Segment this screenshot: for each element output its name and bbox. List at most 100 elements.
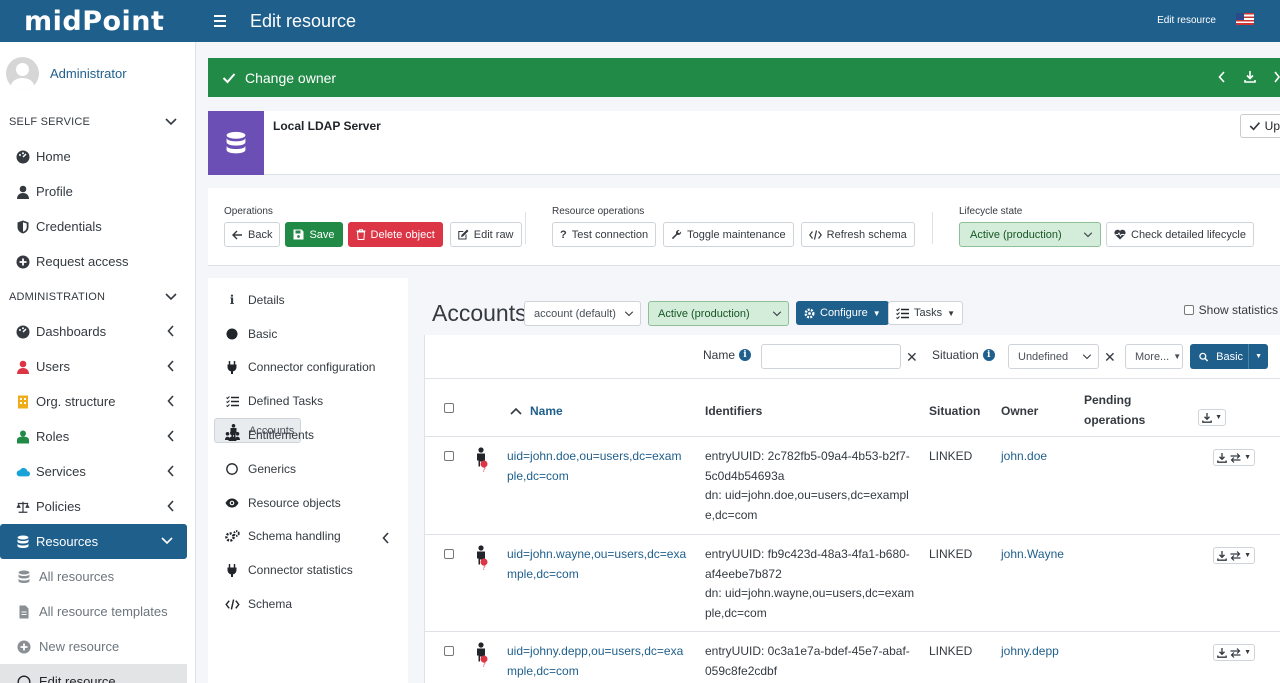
caret-down-icon[interactable]: ▼ <box>1244 649 1251 656</box>
breadcrumb-current[interactable]: Edit resource <box>1157 15 1216 26</box>
table-row[interactable]: ? uid=john.doe,ou=users,dc=example,dc=co… <box>425 437 1280 535</box>
sidebar-item-edit-resource[interactable]: Edit resource <box>0 664 187 683</box>
sidebar-item-request-access[interactable]: Request access <box>0 244 195 279</box>
tab-generics[interactable]: Generics <box>208 452 402 486</box>
user-name[interactable]: Administrator <box>50 66 127 81</box>
more-icon[interactable] <box>1274 71 1280 83</box>
lifecycle-state-select[interactable]: Active (production) <box>959 222 1101 247</box>
download-icon[interactable] <box>1244 71 1256 83</box>
shield-icon <box>17 220 29 233</box>
user-panel[interactable]: Administrator <box>0 42 195 104</box>
test-connection-button[interactable]: ? Test connection <box>552 222 657 247</box>
chevron-left-icon <box>167 430 174 442</box>
row-actions[interactable]: ▼ <box>1213 644 1255 661</box>
sidebar-item-resources[interactable]: Resources <box>0 524 187 559</box>
check-detailed-lifecycle-button[interactable]: Check detailed lifecycle <box>1106 222 1254 247</box>
tab-label: Basic <box>248 326 278 341</box>
balance-icon <box>16 501 30 513</box>
toggle-maintenance-button[interactable]: Toggle maintenance <box>663 222 794 247</box>
owner-link[interactable]: john.doe <box>1001 447 1047 467</box>
sidebar-item-label: Org. structure <box>36 394 116 409</box>
sidebar-item-label: Request access <box>36 254 129 269</box>
row-checkbox[interactable] <box>444 549 454 559</box>
delete-object-button[interactable]: Delete object <box>347 222 443 247</box>
tab-basic[interactable]: Basic <box>208 317 402 351</box>
caret-down-icon[interactable]: ▼ <box>1248 344 1268 369</box>
midpoint-logo[interactable]: midPoint <box>0 6 196 37</box>
download-icon[interactable] <box>1217 647 1227 658</box>
clear-name-icon[interactable]: ✕ <box>906 349 918 366</box>
caret-down-icon[interactable]: ▼ <box>1244 552 1251 559</box>
sidebar-item-all-resources[interactable]: All resources <box>0 559 195 594</box>
exchange-icon[interactable] <box>1230 452 1241 463</box>
sidebar-item-dashboards[interactable]: Dashboards <box>0 314 195 349</box>
lifecycle-filter-select[interactable]: Active (production) <box>648 301 789 326</box>
account-name-link[interactable]: uid=john.wayne,ou=users,dc=example,dc=co… <box>507 545 687 584</box>
sidebar-item-org-structure[interactable]: Org. structure <box>0 384 195 419</box>
show-statistics-toggle[interactable]: Show statistics <box>1183 303 1278 317</box>
row-checkbox[interactable] <box>444 451 454 461</box>
tab-connector-configuration[interactable]: Connector configuration <box>208 351 402 385</box>
chevron-left-icon[interactable] <box>1218 71 1226 83</box>
select-all-checkbox[interactable] <box>444 403 454 413</box>
more-filters-button[interactable]: More... ▼ <box>1125 344 1183 369</box>
save-icon <box>293 229 304 240</box>
administration-header[interactable]: ADMINISTRATION <box>0 279 195 314</box>
back-button[interactable]: Back <box>224 222 281 247</box>
lifecycle-group: Lifecycle state Active (production) Chec… <box>959 206 1254 247</box>
sidebar-item-label: Roles <box>36 429 70 444</box>
sidebar-item-roles[interactable]: Roles <box>0 419 195 454</box>
situation-select[interactable]: Undefined <box>1008 344 1099 369</box>
kind-intent-select[interactable]: account (default) <box>524 301 641 326</box>
caret-down-icon[interactable]: ▼ <box>1244 454 1251 461</box>
update-button[interactable]: Up <box>1240 114 1280 138</box>
tab-connector-statistics[interactable]: Connector statistics <box>208 553 402 587</box>
exchange-icon[interactable] <box>1230 550 1241 561</box>
administration-header-label: ADMINISTRATION <box>9 290 106 303</box>
download-icon[interactable] <box>1217 452 1227 463</box>
save-button[interactable]: Save <box>285 222 343 247</box>
tab-details[interactable]: i Details <box>208 283 402 317</box>
hamburger-menu-icon[interactable] <box>214 12 234 30</box>
sidebar-item-credentials[interactable]: Credentials <box>0 209 195 244</box>
row-actions[interactable]: ▼ <box>1213 547 1255 564</box>
sidebar-item-profile[interactable]: Profile <box>0 174 195 209</box>
basic-search-button[interactable]: Basic ▼ <box>1190 344 1268 369</box>
sidebar-item-services[interactable]: Services <box>0 454 195 489</box>
edit-raw-button[interactable]: Edit raw <box>449 222 522 247</box>
refresh-schema-button[interactable]: Refresh schema <box>800 222 915 247</box>
row-checkbox[interactable] <box>444 646 454 656</box>
us-flag-icon[interactable] <box>1236 13 1254 25</box>
download-icon[interactable] <box>1217 550 1227 561</box>
sidebar-item-users[interactable]: Users <box>0 349 195 384</box>
owner-link[interactable]: johny.depp <box>1001 642 1059 662</box>
sidebar-item-label: Services <box>36 464 86 479</box>
info-icon[interactable]: i <box>739 349 752 361</box>
tasks-button[interactable]: Tasks ▼ <box>888 301 964 325</box>
table-row[interactable]: ? uid=johny.depp,ou=users,dc=example,dc=… <box>425 632 1280 683</box>
sidebar-item-policies[interactable]: Policies <box>0 489 195 524</box>
exchange-icon[interactable] <box>1230 647 1241 658</box>
sidebar-item-all-resource-templates[interactable]: All resource templates <box>0 594 195 629</box>
tab-entitlements[interactable]: Entitlements <box>208 418 402 452</box>
row-actions[interactable]: ▼ <box>1213 449 1255 466</box>
sidebar-item-home[interactable]: Home <box>0 139 195 174</box>
tab-schema-handling[interactable]: Schema handling <box>208 520 402 554</box>
table-row[interactable]: ? uid=john.wayne,ou=users,dc=example,dc=… <box>425 535 1280 632</box>
account-name-link[interactable]: uid=john.doe,ou=users,dc=example,dc=com <box>507 447 687 486</box>
self-service-header[interactable]: SELF SERVICE <box>0 104 195 139</box>
export-button[interactable]: ▼ <box>1198 409 1226 426</box>
tab-resource-objects[interactable]: Resource objects <box>208 486 402 520</box>
name-column-header[interactable]: Name <box>510 404 563 418</box>
show-statistics-checkbox[interactable] <box>1183 305 1194 315</box>
clear-situation-icon[interactable]: ✕ <box>1104 349 1116 366</box>
owner-link[interactable]: john.Wayne <box>1001 545 1064 565</box>
account-name-link[interactable]: uid=johny.depp,ou=users,dc=example,dc=co… <box>507 642 687 681</box>
info-icon[interactable]: i <box>982 349 995 361</box>
name-search-input[interactable] <box>761 344 901 369</box>
tab-defined-tasks[interactable]: Defined Tasks <box>208 384 402 418</box>
sidebar-item-new-resource[interactable]: New resource <box>0 629 195 664</box>
search-bar: Name i ✕ Situation i Undefined ✕ More...… <box>425 335 1280 379</box>
configure-button[interactable]: Configure ▼ <box>796 301 889 325</box>
tab-schema[interactable]: Schema <box>208 587 402 621</box>
